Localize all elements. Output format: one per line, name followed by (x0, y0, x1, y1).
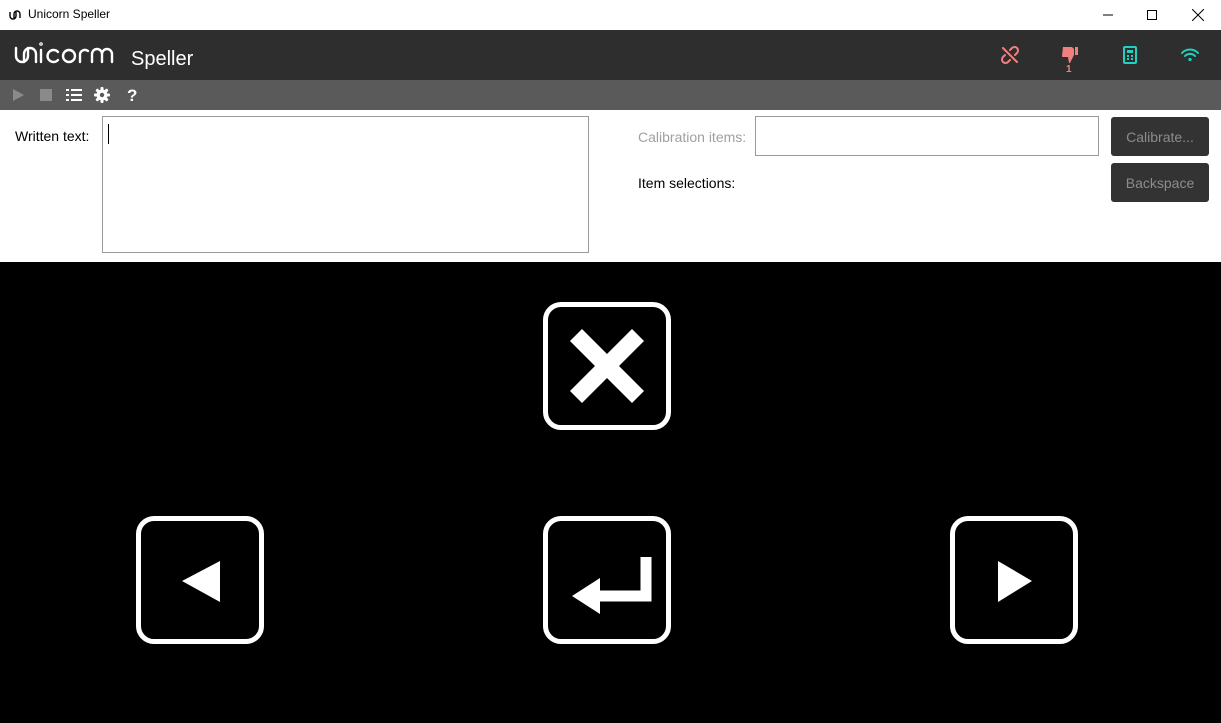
item-selections-label: Item selections: (638, 175, 736, 191)
triangle-left-icon (182, 561, 220, 602)
backspace-button[interactable]: Backspace (1111, 163, 1209, 202)
artifact-count-badge: 1 (1066, 64, 1072, 75)
stop-button[interactable] (37, 86, 55, 104)
help-button[interactable]: ? (123, 86, 141, 104)
controls-panel: Written text: Calibration items: Calibra… (0, 110, 1221, 262)
wifi-icon[interactable] (1179, 44, 1201, 66)
list-icon (66, 89, 82, 101)
svg-text:?: ? (127, 87, 137, 103)
speller-board (0, 262, 1221, 723)
calibrate-button[interactable]: Calibrate... (1111, 117, 1209, 156)
stop-icon (40, 89, 52, 101)
minimize-icon (1103, 14, 1113, 16)
play-icon (13, 89, 24, 101)
gear-icon (94, 87, 110, 103)
thumbs-down-icon[interactable] (1059, 44, 1081, 66)
enter-key[interactable] (543, 516, 671, 644)
settings-button[interactable] (93, 86, 111, 104)
close-button[interactable] (1175, 0, 1221, 30)
brand-subtitle: Speller (131, 48, 194, 70)
maximize-button[interactable] (1129, 0, 1175, 30)
enter-arrow-icon (572, 557, 652, 614)
triangle-right-icon (998, 561, 1032, 602)
window-title: Unicorn Speller (28, 7, 111, 21)
disconnected-link-icon[interactable] (999, 44, 1021, 66)
text-caret (108, 124, 109, 144)
app-header: Speller 1 (0, 30, 1221, 80)
left-key[interactable] (136, 516, 264, 644)
help-icon: ? (127, 87, 137, 103)
right-key[interactable] (950, 516, 1078, 644)
close-x-icon (569, 328, 645, 404)
delete-key[interactable] (543, 302, 671, 430)
written-text-label: Written text: (15, 128, 90, 144)
minimize-button[interactable] (1085, 0, 1131, 30)
calculator-icon[interactable] (1119, 44, 1141, 66)
calibration-items-label: Calibration items: (638, 129, 747, 145)
unicorn-logo (14, 42, 114, 64)
list-button[interactable] (65, 86, 83, 104)
maximize-icon (1147, 10, 1157, 20)
play-button[interactable] (9, 86, 27, 104)
toolbar: ? (0, 80, 1221, 110)
app-icon (9, 10, 21, 20)
calibration-items-input[interactable] (755, 116, 1099, 156)
written-text-area[interactable] (102, 116, 589, 253)
close-icon (1192, 9, 1204, 21)
window-title-bar: Unicorn Speller (0, 0, 1221, 30)
